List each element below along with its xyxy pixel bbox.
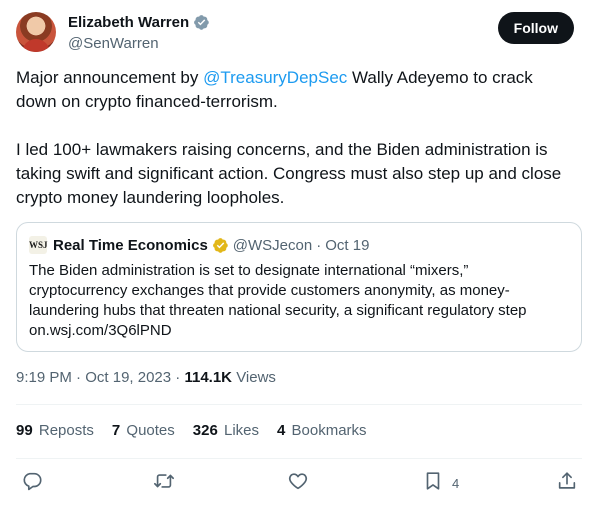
verified-gold-icon xyxy=(212,237,229,254)
quotes-stat[interactable]: 7 Quotes xyxy=(112,421,175,441)
reply-icon xyxy=(21,470,43,497)
quoted-tweet-text: The Biden administration is set to desig… xyxy=(29,262,527,339)
tweet-date[interactable]: Oct 19, 2023 xyxy=(85,369,171,386)
quotes-label: Quotes xyxy=(126,422,175,439)
divider xyxy=(16,458,582,459)
author-handle[interactable]: @SenWarren xyxy=(68,34,210,54)
engagement-stats: 99 Reposts 7 Quotes 326 Likes 4 Bookmark… xyxy=(16,421,385,441)
likes-count: 326 xyxy=(192,422,218,439)
mention-link[interactable]: @TreasuryDepSec xyxy=(203,68,347,87)
tweet-header: Elizabeth Warren @SenWarren Follow xyxy=(16,12,582,54)
meta-separator-1: · xyxy=(76,369,82,386)
bookmarks-stat[interactable]: 4 Bookmarks xyxy=(277,421,367,441)
tweet-paragraph-2: I led 100+ lawmakers raising concerns, a… xyxy=(16,140,562,207)
share-icon xyxy=(556,470,578,497)
para1-prefix: Major announcement by xyxy=(16,68,204,87)
likes-stat[interactable]: 326 Likes xyxy=(193,421,259,441)
author-block: Elizabeth Warren @SenWarren xyxy=(68,12,210,54)
views-label: Views xyxy=(236,369,276,386)
reposts-stat[interactable]: 99 Reposts xyxy=(16,421,94,441)
bookmark-button[interactable]: 4 xyxy=(422,470,459,496)
quoted-author-name: Real Time Economics xyxy=(53,236,208,254)
reply-button[interactable] xyxy=(21,470,43,496)
divider xyxy=(16,404,582,405)
verified-gray-icon xyxy=(193,14,210,31)
quoted-tweet-header: WSJ Real Time Economics @WSJecon · Oct 1… xyxy=(29,235,369,255)
bookmarks-label: Bookmarks xyxy=(291,422,367,439)
bookmark-icon xyxy=(422,470,444,497)
likes-label: Likes xyxy=(223,422,260,439)
reposts-count: 99 xyxy=(16,422,33,439)
author-name[interactable]: Elizabeth Warren xyxy=(68,14,189,31)
tweet-metadata: 9:19 PM · Oct 19, 2023 · 114.1K Views xyxy=(16,368,276,388)
quoted-author-handle: @WSJecon xyxy=(232,236,313,254)
wsj-logo-icon: WSJ xyxy=(29,236,48,254)
tweet-paragraph-1: Major announcement by @TreasuryDepSec Wa… xyxy=(16,66,576,114)
like-button[interactable] xyxy=(287,470,309,496)
quoted-date: Oct 19 xyxy=(325,236,370,254)
bookmarks-count: 4 xyxy=(277,422,286,439)
tweet: Elizabeth Warren @SenWarren Follow Major… xyxy=(0,0,598,506)
bookmark-count: 4 xyxy=(452,475,460,491)
follow-button[interactable]: Follow xyxy=(497,12,574,44)
retweet-button[interactable] xyxy=(153,470,175,496)
heart-icon xyxy=(287,470,309,497)
quoted-separator: · xyxy=(316,236,322,254)
retweet-icon xyxy=(153,470,175,497)
avatar[interactable] xyxy=(16,12,56,52)
meta-separator-2: · xyxy=(175,369,181,386)
quotes-count: 7 xyxy=(111,422,121,439)
tweet-text: Major announcement by @TreasuryDepSec Wa… xyxy=(16,66,576,210)
share-button[interactable] xyxy=(556,470,578,496)
views-count: 114.1K xyxy=(184,369,233,386)
reposts-label: Reposts xyxy=(38,422,94,439)
quoted-tweet-card[interactable]: WSJ Real Time Economics @WSJecon · Oct 1… xyxy=(16,222,582,352)
action-bar: 4 xyxy=(16,470,582,496)
tweet-time[interactable]: 9:19 PM xyxy=(16,369,72,386)
